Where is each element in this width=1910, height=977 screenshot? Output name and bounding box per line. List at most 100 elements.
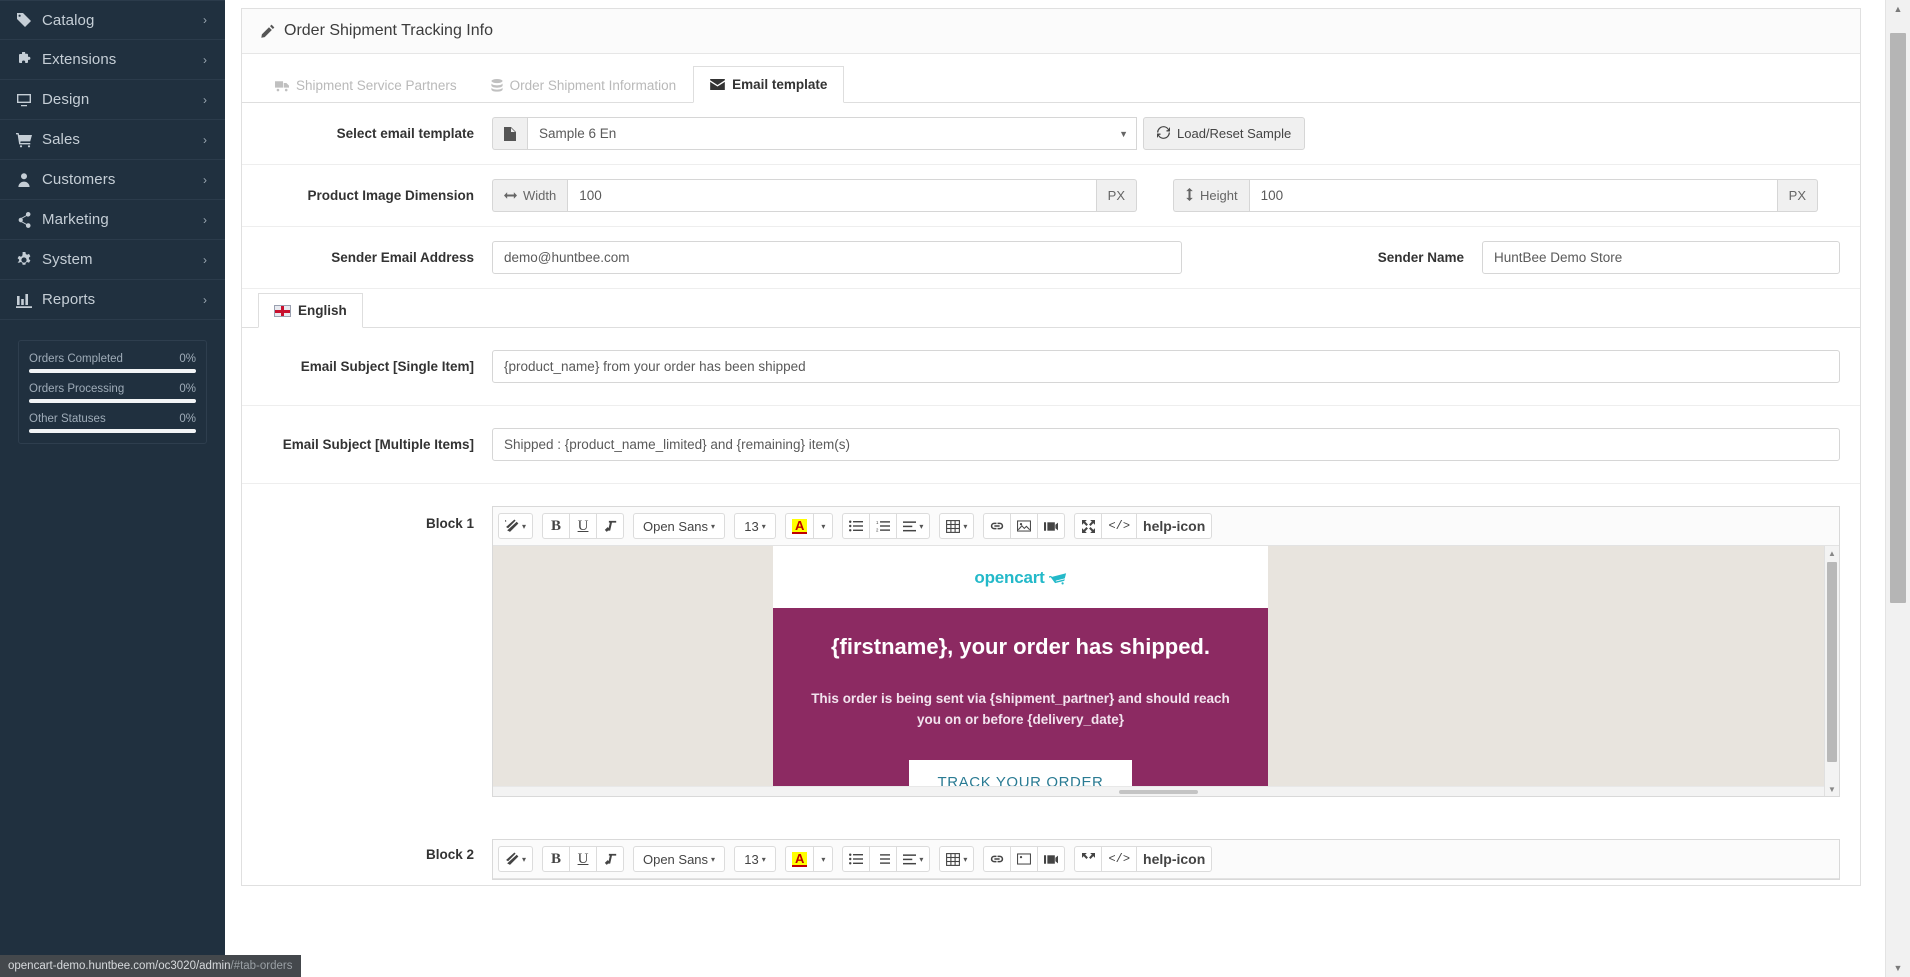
page-vertical-scrollbar[interactable]: ▲ ▼ xyxy=(1885,0,1910,977)
editor-toolbar-block2: ▾ B U Open Sans ▾ 13 ▾ A ▾ ▾ ▾ </> help-… xyxy=(493,840,1839,879)
font-name-dropdown[interactable]: Open Sans ▾ xyxy=(633,846,726,872)
font-name-label: Open Sans xyxy=(642,518,709,534)
fore-color-label: A xyxy=(792,518,808,534)
image-icon[interactable] xyxy=(1010,513,1039,539)
editor-canvas[interactable]: opencart {firstname}, your order has shi… xyxy=(493,546,1839,796)
editor-vertical-scrollbar[interactable]: ▲ ▼ xyxy=(1824,546,1839,796)
table-icon[interactable]: ▾ xyxy=(939,846,975,872)
tab-order-shipment-information[interactable]: Order Shipment Information xyxy=(474,67,694,103)
email-subject-multiple-input[interactable] xyxy=(492,428,1840,461)
bold-button[interactable]: B xyxy=(542,846,571,872)
status-url-fragment: /#tab-orders xyxy=(230,960,293,972)
status-url: opencart-demo.huntbee.com/oc3020/admin xyxy=(8,960,231,972)
editor-scroll-thumb[interactable] xyxy=(1827,562,1837,762)
fullscreen-icon[interactable] xyxy=(1074,513,1103,539)
scroll-down-arrow-icon[interactable]: ▼ xyxy=(1825,782,1839,796)
sender-name-input[interactable] xyxy=(1482,241,1840,274)
font-size-dropdown[interactable]: 13 ▾ xyxy=(734,846,777,872)
font-size-dropdown[interactable]: 13 ▾ xyxy=(734,513,777,539)
page-scroll-down-arrow-icon[interactable]: ▼ xyxy=(1886,959,1910,977)
chevron-down-icon: ▾ xyxy=(821,521,826,531)
sidebar-item-design[interactable]: Design › xyxy=(0,80,225,120)
sidebar-item-extensions[interactable]: Extensions › xyxy=(0,40,225,80)
bullet-list-icon[interactable] xyxy=(842,846,871,872)
align-left-icon[interactable]: ▾ xyxy=(896,513,931,539)
code-view-icon[interactable]: </> xyxy=(1101,513,1138,539)
email-template-select[interactable] xyxy=(527,117,1137,150)
email-subject-single-input[interactable] xyxy=(492,350,1840,383)
underline-button[interactable]: U xyxy=(569,513,598,539)
font-name-dropdown[interactable]: Open Sans ▾ xyxy=(633,513,726,539)
tab-shipment-service-partners[interactable]: Shipment Service Partners xyxy=(258,67,474,103)
link-icon[interactable] xyxy=(983,513,1012,539)
video-icon[interactable] xyxy=(1037,513,1066,539)
align-left-icon[interactable]: ▾ xyxy=(896,846,931,872)
page-scroll-thumb[interactable] xyxy=(1890,33,1906,603)
email-subject-multiple-label: Email Subject [Multiple Items] xyxy=(282,437,474,452)
row-product-image-dimension: Product Image Dimension Width PX xyxy=(242,165,1860,227)
image-height-input[interactable] xyxy=(1248,179,1778,212)
sidebar-item-sales[interactable]: Sales › xyxy=(0,120,225,160)
magic-wand-icon[interactable]: ▾ xyxy=(498,513,534,539)
block-2-editor: ▾ B U Open Sans ▾ 13 ▾ A ▾ ▾ ▾ </> help-… xyxy=(492,839,1840,880)
language-tab-english[interactable]: English xyxy=(258,293,363,328)
magic-wand-icon[interactable]: ▾ xyxy=(498,846,534,872)
fullscreen-icon[interactable] xyxy=(1074,846,1103,872)
numbered-list-icon[interactable]: 12 xyxy=(869,513,898,539)
fore-color-button[interactable]: A xyxy=(785,513,815,539)
link-icon[interactable] xyxy=(983,846,1012,872)
numbered-list-icon[interactable] xyxy=(869,846,898,872)
scroll-up-arrow-icon[interactable]: ▲ xyxy=(1825,546,1839,560)
chevron-right-icon: › xyxy=(203,292,207,307)
chevron-right-icon: › xyxy=(203,52,207,67)
sidebar-item-system[interactable]: System › xyxy=(0,240,225,280)
sidebar-item-customers[interactable]: Customers › xyxy=(0,160,225,200)
sidebar-item-reports[interactable]: Reports › xyxy=(0,280,225,320)
opencart-cart-icon xyxy=(1048,572,1067,585)
height-addon-label: Height xyxy=(1200,188,1238,203)
sidebar-item-marketing[interactable]: Marketing › xyxy=(0,200,225,240)
language-tab-bar: English xyxy=(242,293,1860,328)
bullet-list-icon[interactable] xyxy=(842,513,871,539)
table-icon[interactable]: ▾ xyxy=(939,513,975,539)
remove-format-icon[interactable] xyxy=(596,846,625,872)
load-reset-sample-label: Load/Reset Sample xyxy=(1177,126,1292,141)
bold-button[interactable]: B xyxy=(542,513,571,539)
sidebar-item-label: System xyxy=(42,251,93,268)
page-scroll-up-arrow-icon[interactable]: ▲ xyxy=(1886,0,1910,18)
chevron-right-icon: › xyxy=(203,132,207,147)
video-icon[interactable] xyxy=(1037,846,1066,872)
sender-name-label: Sender Name xyxy=(1377,250,1464,265)
color-dropdown-toggle[interactable]: ▾ xyxy=(813,513,834,539)
image-icon[interactable] xyxy=(1010,846,1039,872)
editor-hscroll-thumb[interactable] xyxy=(1118,790,1199,794)
order-shipment-tracking-panel: Order Shipment Tracking Info Shipment Se… xyxy=(241,8,1861,886)
help-icon[interactable]: help-icon xyxy=(1136,846,1213,872)
editor-horizontal-scrollbar[interactable] xyxy=(493,786,1824,796)
underline-button[interactable]: U xyxy=(569,846,598,872)
svg-text:1: 1 xyxy=(876,520,879,525)
sidebar-item-catalog[interactable]: Catalog › xyxy=(0,0,225,40)
sidebar-item-label: Catalog xyxy=(42,11,95,29)
chevron-down-icon: ▾ xyxy=(711,521,716,531)
sidebar-item-label: Customers xyxy=(42,171,116,188)
bar-chart-icon xyxy=(16,292,42,308)
color-dropdown-toggle[interactable]: ▾ xyxy=(813,846,834,872)
fore-color-button[interactable]: A xyxy=(785,846,815,872)
stat-orders-processing: Orders Processing 0% xyxy=(29,373,196,403)
database-icon xyxy=(491,79,503,92)
row-email-subject-single: Email Subject [Single Item] xyxy=(242,328,1860,406)
tag-icon xyxy=(16,12,42,28)
sender-email-input[interactable] xyxy=(492,241,1182,274)
help-icon[interactable]: help-icon xyxy=(1136,513,1213,539)
image-width-input[interactable] xyxy=(567,179,1097,212)
block-2-label: Block 2 xyxy=(425,847,474,862)
code-view-icon[interactable]: </> xyxy=(1101,846,1138,872)
sidebar: Catalog › Extensions › Design › Sales › … xyxy=(0,0,225,977)
load-reset-sample-button[interactable]: Load/Reset Sample xyxy=(1143,117,1306,150)
stat-label: Other Statuses xyxy=(29,413,106,425)
arrows-v-icon xyxy=(1185,187,1194,204)
remove-format-icon[interactable] xyxy=(596,513,625,539)
tab-email-template[interactable]: Email template xyxy=(693,66,845,103)
chevron-right-icon: › xyxy=(203,212,207,227)
